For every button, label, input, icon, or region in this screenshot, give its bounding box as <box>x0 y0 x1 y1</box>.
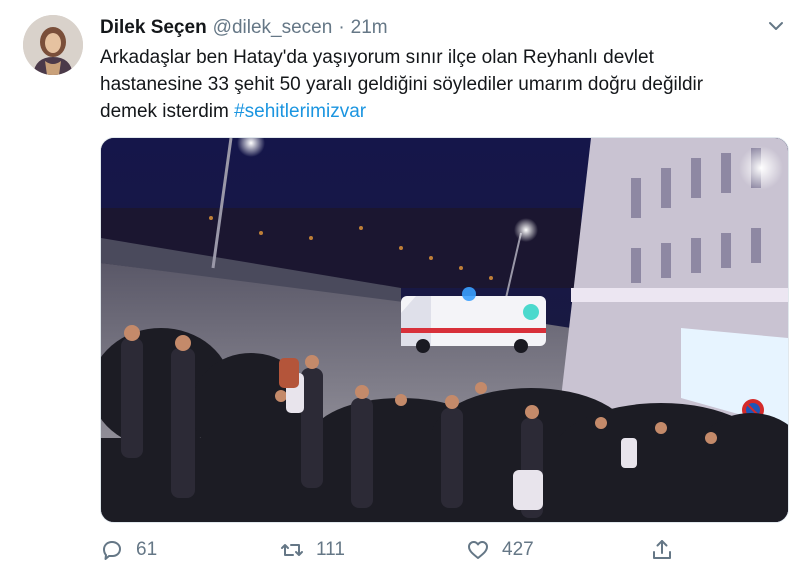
tweet-text-line: hastanesine 33 şehit 50 yaralı geldiğini… <box>100 74 704 95</box>
more-options-button[interactable] <box>766 16 786 36</box>
reply-button[interactable]: 61 <box>100 536 157 564</box>
tweet-text-line-with-hashtag: demek isterdim #sehitlerimizvar <box>100 98 790 125</box>
tweet-text-segment: demek isterdim <box>100 101 229 122</box>
reply-count: 61 <box>136 539 158 560</box>
separator-dot: · <box>338 17 345 38</box>
retweet-button[interactable]: 111 <box>280 536 345 564</box>
reply-icon <box>103 541 121 560</box>
display-name[interactable]: Dilek Seçen <box>100 17 207 39</box>
tweet-photo[interactable] <box>100 137 789 523</box>
retweet-count: 111 <box>316 539 345 560</box>
avatar[interactable] <box>23 15 83 75</box>
hashtag-link[interactable]: #sehitlerimizvar <box>234 101 366 122</box>
tweet-text-line: Arkadaşlar ben Hatay'da yaşıyorum sınır … <box>100 47 654 68</box>
user-handle[interactable]: @dilek_secen <box>213 17 333 39</box>
retweet-icon <box>281 544 303 556</box>
avatar-image <box>23 15 83 75</box>
tweet-header: Dilek Seçen @dilek_secen · 21m <box>100 17 388 43</box>
share-icon <box>653 540 671 559</box>
tweet-card: Dilek Seçen @dilek_secen · 21m Arkadaşla… <box>0 0 808 576</box>
tweet-actions: 61 111 427 <box>100 536 790 564</box>
tweet-text: Arkadaşlar ben Hatay'da yaşıyorum sınır … <box>100 44 790 125</box>
heart-icon <box>468 541 488 559</box>
like-button[interactable]: 427 <box>466 536 534 564</box>
like-count: 427 <box>502 539 534 560</box>
timestamp[interactable]: 21m <box>351 17 388 39</box>
share-button[interactable] <box>650 536 674 564</box>
photo-night-ambulance-crowd-icon <box>101 138 788 522</box>
chevron-down-icon <box>769 22 783 30</box>
